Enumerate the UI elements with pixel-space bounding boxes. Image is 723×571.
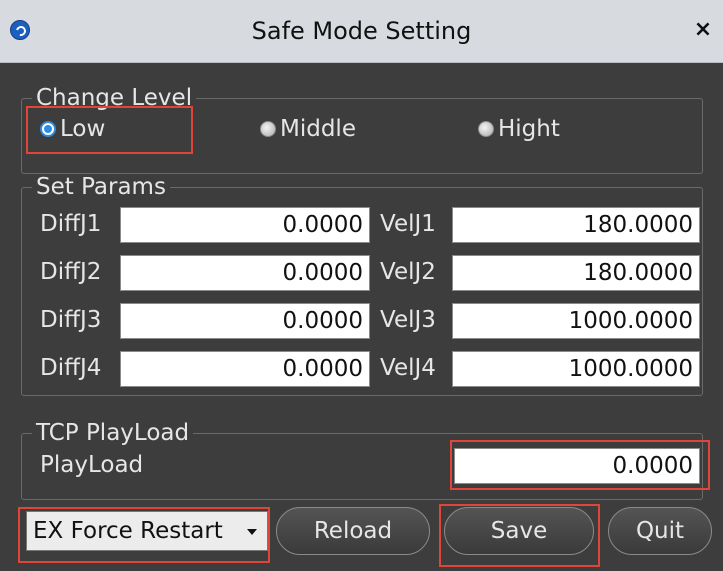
velj1-input[interactable]: 180.0000 [452,207,700,243]
radio-hight-label: Hight [498,116,560,142]
window-title: Safe Mode Setting [251,17,472,45]
radio-unselected-icon [260,121,276,137]
radio-middle-label: Middle [280,116,356,142]
safe-mode-dialog: Safe Mode Setting × Change Level Low Mid… [0,0,723,571]
velj4-label: VelJ4 [380,355,436,381]
diffj1-input[interactable]: 0.0000 [120,207,370,243]
reload-button[interactable]: Reload [276,507,430,555]
tcp-payload-legend: TCP PlayLoad [36,420,190,446]
diffj2-label: DiffJ2 [40,259,102,285]
velj3-input[interactable]: 1000.0000 [452,303,700,339]
low-highlight-box [26,106,193,154]
radio-middle[interactable]: Middle [260,114,356,144]
radio-hight[interactable]: Hight [478,114,560,144]
payload-highlight-box [450,440,710,490]
set-params-legend: Set Params [36,174,166,200]
title-bar[interactable]: Safe Mode Setting × [0,0,723,63]
diffj1-label: DiffJ1 [40,211,102,237]
velj2-input[interactable]: 180.0000 [452,255,700,291]
quit-button[interactable]: Quit [608,507,712,555]
diffj2-input[interactable]: 0.0000 [120,255,370,291]
radio-unselected-icon [478,121,494,137]
close-icon[interactable]: × [691,17,715,43]
diffj4-input[interactable]: 0.0000 [120,351,370,387]
payload-label: PlayLoad [40,452,144,478]
velj4-input[interactable]: 1000.0000 [452,351,700,387]
diffj4-label: DiffJ4 [40,355,102,381]
velj1-label: VelJ1 [380,211,436,237]
select-highlight-box [18,507,270,563]
save-highlight-box [439,504,600,567]
velj3-label: VelJ3 [380,307,436,333]
diffj3-input[interactable]: 0.0000 [120,303,370,339]
diffj3-label: DiffJ3 [40,307,102,333]
velj2-label: VelJ2 [380,259,436,285]
